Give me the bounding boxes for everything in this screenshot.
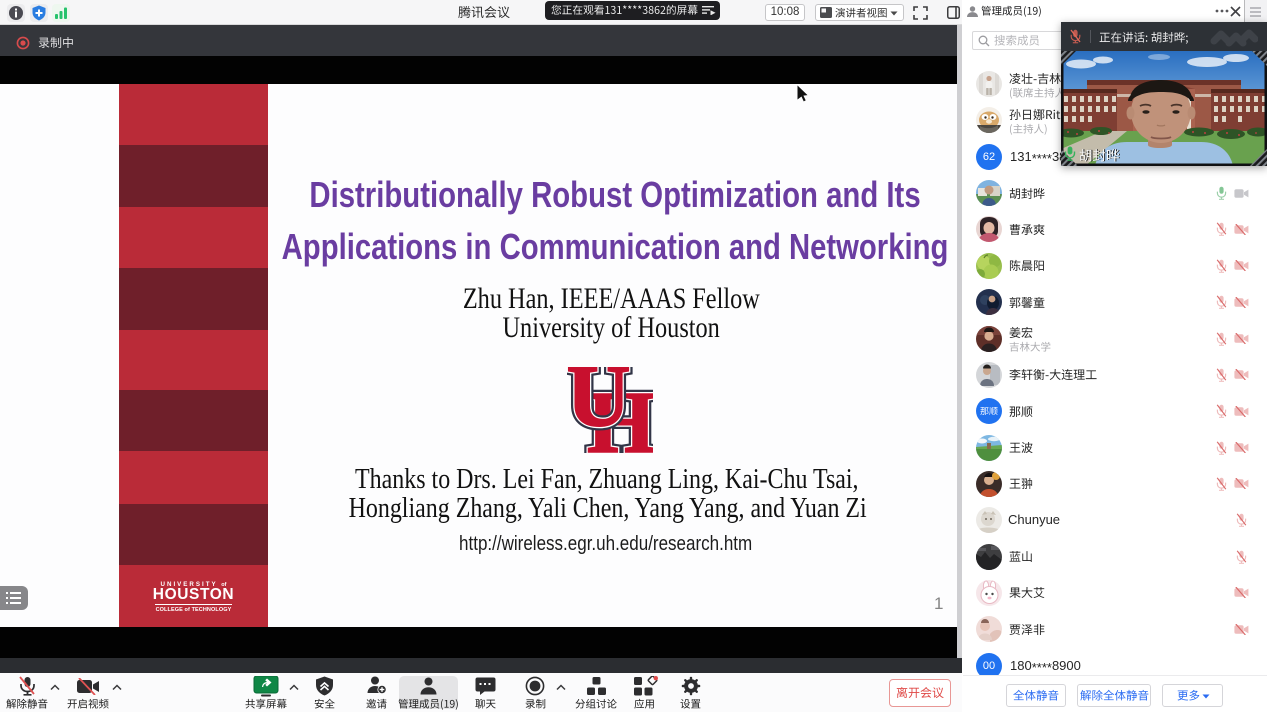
- svg-text:U: U: [567, 367, 630, 445]
